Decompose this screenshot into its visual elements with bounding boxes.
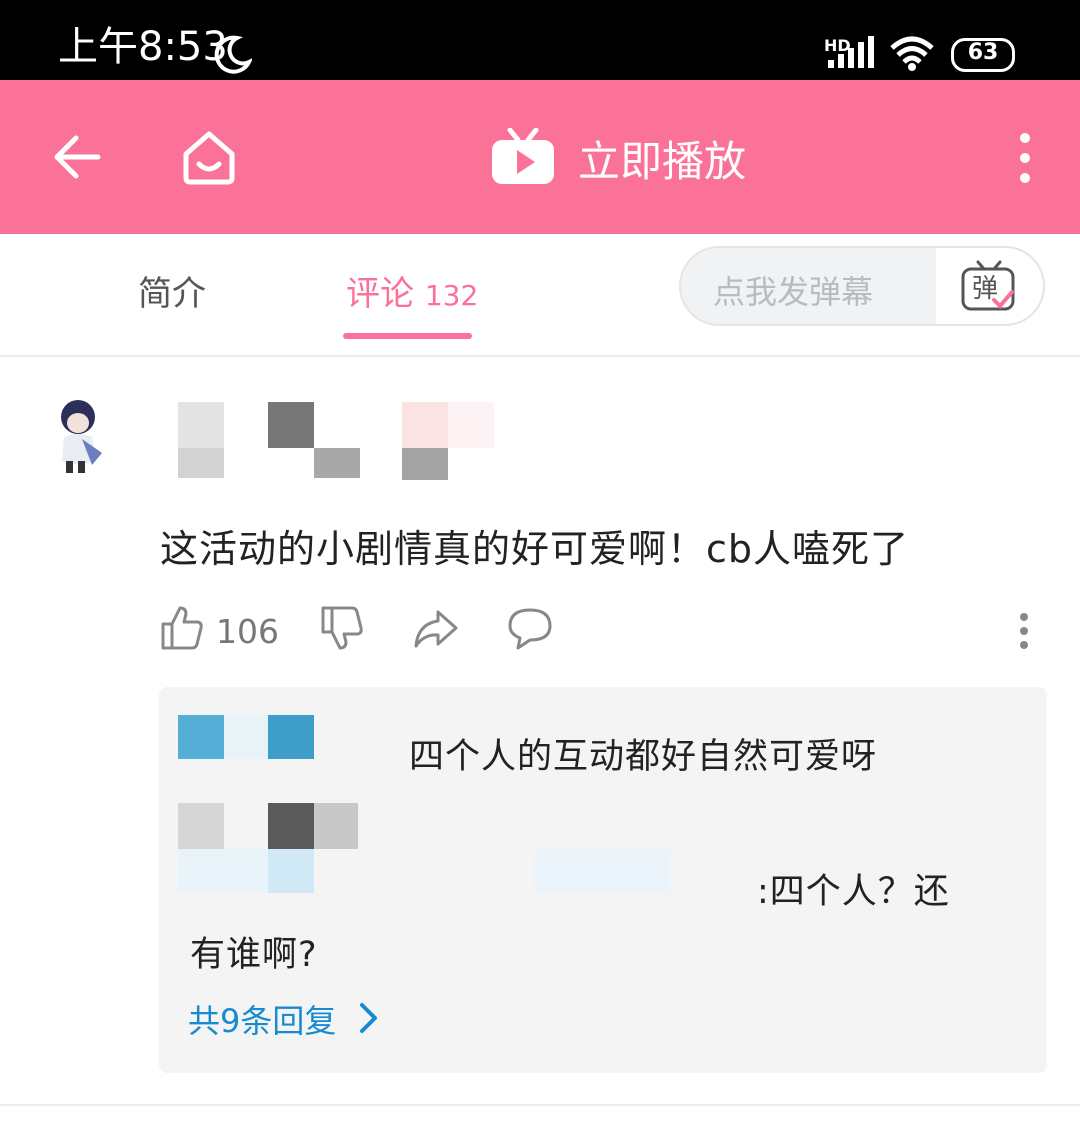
reply1-username-blurred[interactable] <box>178 715 408 761</box>
comment-divider <box>0 1104 1080 1106</box>
battery-icon: 63 <box>951 38 1015 72</box>
more-vertical-icon[interactable] <box>1014 132 1036 184</box>
thumbs-down-icon[interactable] <box>320 604 364 652</box>
share-icon[interactable] <box>412 604 460 652</box>
danmaku-glyph: 弹 <box>972 274 999 304</box>
tab-comments-label: 评论 <box>346 274 414 314</box>
status-time: 上午8:53 <box>58 24 228 70</box>
tab-comments-count: 132 <box>424 279 479 312</box>
username-blurred[interactable] <box>160 400 500 485</box>
active-tab-indicator <box>343 333 472 339</box>
avatar[interactable] <box>52 395 108 477</box>
reply2-text-line1: :四个人？还 <box>757 872 950 912</box>
view-more-replies-link[interactable]: 共9条回复 <box>188 996 336 1042</box>
moon-icon <box>214 35 252 74</box>
tab-comments[interactable]: 评论 132 <box>346 266 478 315</box>
reply1-text: 四个人的互动都好自然可爱呀 <box>409 737 878 777</box>
thumbs-up-icon[interactable] <box>160 604 204 652</box>
play-now-title[interactable]: 立即播放 <box>578 128 746 189</box>
comment-text: 这活动的小剧情真的好可爱啊！cb人嗑死了 <box>160 527 910 571</box>
wifi-icon <box>890 36 934 71</box>
signal-icon <box>828 36 874 68</box>
battery-level: 63 <box>967 40 999 65</box>
view-more-replies-label: 共9条回复 <box>188 1002 337 1040</box>
chevron-right-icon[interactable] <box>358 1002 380 1034</box>
reply2-text-line2: 有谁啊? <box>190 935 318 975</box>
reply-comment-icon[interactable] <box>506 604 554 652</box>
danmaku-placeholder[interactable]: 点我发弹幕 <box>713 267 873 313</box>
arrow-left-icon[interactable] <box>52 134 102 180</box>
reply2-username-blurred[interactable] <box>178 803 678 893</box>
tv-play-icon <box>492 128 554 184</box>
tab-divider <box>0 355 1080 357</box>
comment-more-icon[interactable] <box>1014 612 1034 652</box>
like-count: 106 <box>216 612 279 651</box>
home-icon[interactable] <box>180 130 238 186</box>
tab-intro[interactable]: 简介 <box>138 266 206 315</box>
